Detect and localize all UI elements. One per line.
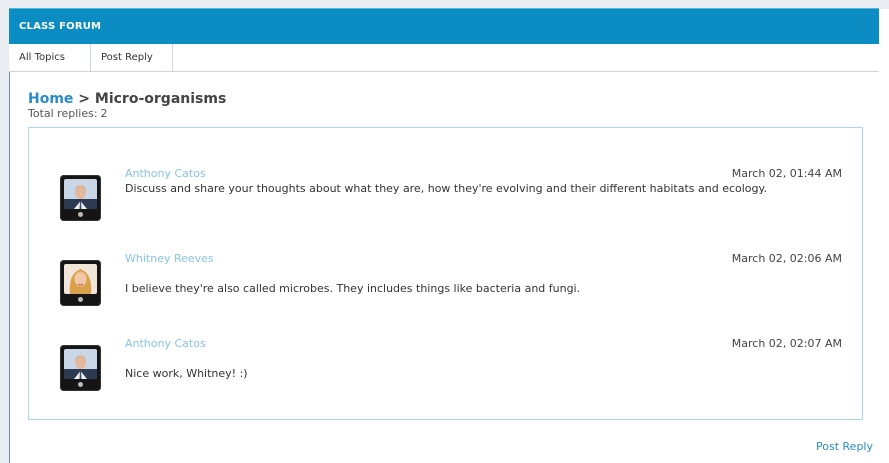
- man-avatar-icon: [64, 179, 97, 209]
- forum-header: CLASS FORUM: [9, 8, 879, 44]
- post-timestamp: March 02, 02:07 AM: [731, 337, 842, 350]
- post-message: I believe they're also called microbes. …: [125, 282, 581, 295]
- total-replies-count: 2: [100, 107, 108, 120]
- post: Anthony Catos March 02, 01:44 AM Discuss…: [29, 158, 864, 238]
- woman-avatar-icon: [64, 264, 97, 294]
- total-replies-label: Total replies:: [28, 107, 98, 120]
- user-avatar: [60, 175, 101, 221]
- tab-all-topics[interactable]: All Topics: [9, 44, 91, 71]
- breadcrumb-separator: >: [78, 91, 91, 107]
- posts-panel: Anthony Catos March 02, 01:44 AM Discuss…: [28, 127, 863, 420]
- post-author-link[interactable]: Anthony Catos: [125, 167, 206, 180]
- header-title: CLASS FORUM: [19, 21, 102, 32]
- device-button-icon: [78, 382, 83, 387]
- post-timestamp: March 02, 01:44 AM: [731, 167, 842, 180]
- device-button-icon: [78, 297, 83, 302]
- total-replies: Total replies: 2: [28, 107, 108, 120]
- tab-bar: All Topics Post Reply: [9, 44, 879, 72]
- user-avatar: [60, 260, 101, 306]
- post: Anthony Catos March 02, 02:07 AM Nice wo…: [29, 328, 864, 408]
- breadcrumb: Home > Micro-organisms: [28, 91, 226, 107]
- post-message: Discuss and share your thoughts about wh…: [125, 182, 767, 195]
- post-timestamp: March 02, 02:06 AM: [731, 252, 842, 265]
- user-avatar: [60, 345, 101, 391]
- post-message: Nice work, Whitney! :): [125, 367, 248, 380]
- post-author-link[interactable]: Anthony Catos: [125, 337, 206, 350]
- post-reply-link[interactable]: Post Reply: [816, 440, 873, 453]
- tab-post-reply[interactable]: Post Reply: [91, 44, 173, 71]
- breadcrumb-topic: Micro-organisms: [94, 91, 227, 107]
- breadcrumb-home-link[interactable]: Home: [28, 91, 73, 107]
- device-button-icon: [78, 212, 83, 217]
- post: Whitney Reeves March 02, 02:06 AM I beli…: [29, 243, 864, 323]
- man-avatar-icon: [64, 349, 97, 379]
- post-author-link[interactable]: Whitney Reeves: [125, 252, 214, 265]
